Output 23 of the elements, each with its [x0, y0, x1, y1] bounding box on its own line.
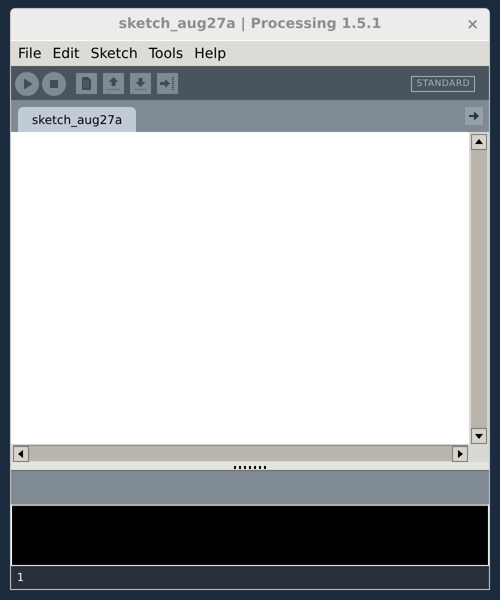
upload-icon[interactable]: [103, 73, 124, 94]
horizontal-scrollbar[interactable]: [13, 445, 468, 462]
scroll-up-icon[interactable]: [471, 134, 487, 150]
grip-icon: [233, 466, 267, 470]
tab[interactable]: sketch_aug27a: [18, 106, 136, 132]
download-icon[interactable]: [130, 73, 151, 94]
stop-icon[interactable]: [42, 72, 66, 96]
menu-item[interactable]: Edit: [52, 46, 80, 62]
menu-item[interactable]: File: [18, 46, 42, 62]
mode-button[interactable]: STANDARD: [411, 76, 475, 92]
line-number: 1: [17, 570, 24, 584]
window-title: sketch_aug27a | Processing 1.5.1: [118, 16, 382, 32]
vertical-scrollbar[interactable]: [471, 134, 487, 444]
splitter-handle[interactable]: [11, 462, 489, 471]
menu-item[interactable]: Tools: [148, 46, 184, 62]
scroll-down-icon[interactable]: [471, 428, 487, 444]
scroll-right-icon[interactable]: [452, 446, 468, 462]
scroll-left-icon[interactable]: [13, 446, 29, 462]
menu-item[interactable]: Sketch: [90, 46, 138, 62]
menu-item[interactable]: Help: [194, 46, 226, 62]
document-icon[interactable]: [76, 73, 97, 94]
export-icon[interactable]: [157, 73, 178, 94]
play-icon[interactable]: [15, 72, 39, 96]
